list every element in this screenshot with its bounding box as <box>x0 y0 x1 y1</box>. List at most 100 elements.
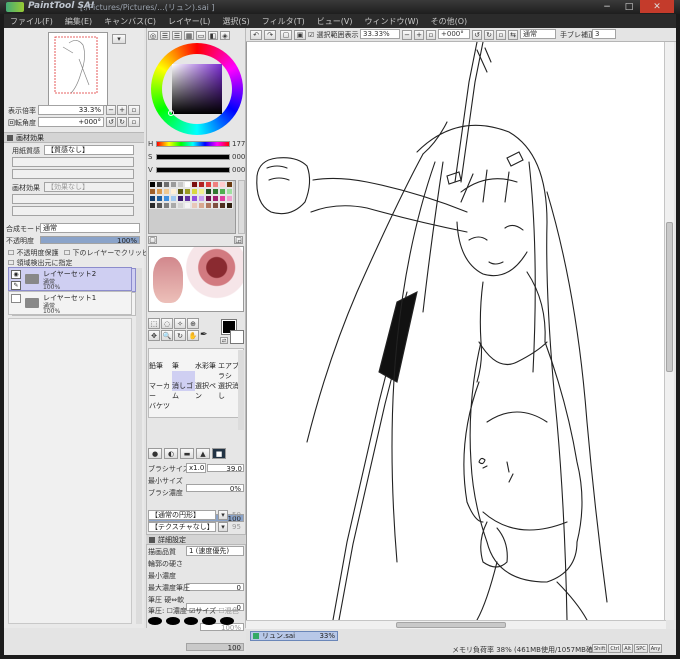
color-swatch[interactable] <box>205 195 212 202</box>
rotate-left-button[interactable]: ↺ <box>106 117 116 127</box>
paper-effect-width[interactable] <box>12 194 134 204</box>
brush-size-mult[interactable]: x1.0 <box>186 463 206 473</box>
bucket-tool[interactable]: バケツ <box>149 391 172 411</box>
deselect-icon[interactable]: ▢ <box>280 30 292 40</box>
scratchpad-clear-icon[interactable]: ◲ <box>234 236 243 244</box>
watercolor-tool[interactable]: 水彩筆 <box>195 351 218 371</box>
color-picker-tool-icon[interactable]: ✒ <box>200 330 210 341</box>
color-swatch[interactable] <box>184 188 191 195</box>
color-swatch[interactable] <box>184 195 191 202</box>
color-swatch[interactable] <box>163 188 170 195</box>
color-swatch[interactable] <box>198 188 205 195</box>
swatch-palette[interactable] <box>148 180 236 234</box>
rotate-icon[interactable]: ↻ <box>174 330 186 341</box>
menu-other[interactable]: その他(O) <box>425 14 474 28</box>
canvas-vertical-scrollbar[interactable] <box>664 42 674 620</box>
color-swatch[interactable] <box>219 195 226 202</box>
color-swatch[interactable] <box>170 181 177 188</box>
minimize-button[interactable]: − <box>596 0 618 13</box>
brush-texture-icon[interactable]: ▾ <box>218 522 228 532</box>
canvas-rotate-left-icon[interactable]: ↺ <box>472 30 482 40</box>
rectangle-select-icon[interactable]: ⬚ <box>148 318 160 329</box>
hue-slider[interactable] <box>156 141 230 147</box>
pressure-hard-slider[interactable]: 100 <box>186 643 244 652</box>
menu-edit[interactable]: 編集(E) <box>59 14 98 28</box>
scratchpad[interactable] <box>148 246 244 312</box>
color-swatch[interactable] <box>191 195 198 202</box>
color-swatch[interactable] <box>226 202 233 209</box>
color-swatch[interactable] <box>156 195 163 202</box>
close-button[interactable]: ✕ <box>640 0 674 13</box>
color-swatch[interactable] <box>163 202 170 209</box>
menu-window[interactable]: ウィンドウ(W) <box>358 14 424 28</box>
pressure-size-checkbox[interactable]: ☑サイズ <box>189 607 216 615</box>
invert-selection-icon[interactable]: ▣ <box>294 30 306 40</box>
document-tab[interactable]: リュン.sai 33% <box>250 631 338 641</box>
visibility-eye-icon[interactable] <box>11 294 21 303</box>
color-swatch[interactable] <box>212 188 219 195</box>
color-swatch[interactable] <box>191 181 198 188</box>
menu-select[interactable]: 選択(S) <box>216 14 255 28</box>
color-swatch[interactable] <box>226 188 233 195</box>
color-swatch[interactable] <box>149 188 156 195</box>
zoom-field[interactable]: 33.3% <box>38 105 104 115</box>
color-swatch[interactable] <box>212 195 219 202</box>
canvas-zoom-out-icon[interactable]: − <box>402 30 412 40</box>
color-swatch[interactable] <box>156 188 163 195</box>
color-swatch[interactable] <box>170 195 177 202</box>
canvas-mode-select[interactable]: 通常 <box>520 29 556 39</box>
color-swatch[interactable] <box>177 202 184 209</box>
color-swatch[interactable] <box>198 181 205 188</box>
left-panel-scroll[interactable] <box>136 268 142 624</box>
color-swatch[interactable] <box>156 202 163 209</box>
canvas-angle-field[interactable]: +000° <box>438 29 470 39</box>
color-swatch[interactable] <box>198 195 205 202</box>
brush-shape-icon[interactable]: ▾ <box>218 510 228 520</box>
color-swatch[interactable] <box>226 181 233 188</box>
paper-texture-strength[interactable] <box>12 169 134 179</box>
zoom-reset-button[interactable]: ▫ <box>128 105 140 115</box>
tip-square-icon[interactable]: ■ <box>212 448 226 459</box>
brush-tool[interactable]: 筆 <box>172 351 195 371</box>
color-swatch[interactable] <box>163 181 170 188</box>
brush-texture-select[interactable]: 【テクスチャなし】 <box>148 522 216 532</box>
scratchpad-left-icon[interactable]: ▢ <box>148 236 157 244</box>
protect-opacity-checkbox[interactable]: ☐ 不透明度保護 <box>8 248 59 258</box>
brush-size-preset[interactable] <box>148 617 162 625</box>
tip-flat-icon[interactable]: ▬ <box>180 448 194 459</box>
brush-shape-select[interactable]: 【通常の円形】 <box>148 510 216 520</box>
color-swatch[interactable] <box>149 181 156 188</box>
zoom-out-button[interactable]: − <box>106 105 116 115</box>
saturation-value-square[interactable] <box>172 64 222 114</box>
edge-hardness-slider[interactable]: 0 <box>186 583 244 592</box>
pencil-tool[interactable]: 鉛筆 <box>149 351 172 371</box>
maximize-button[interactable]: □ <box>618 0 640 13</box>
stabilizer-select[interactable]: 3 <box>592 29 616 39</box>
visibility-eye-icon[interactable]: ◉ <box>11 270 21 279</box>
saturation-slider[interactable] <box>156 154 230 160</box>
tip-triangle-icon[interactable]: ▲ <box>196 448 210 459</box>
canvas-flip-icon[interactable]: ⇆ <box>508 30 518 40</box>
move-selection-icon[interactable]: ⊕ <box>187 318 199 329</box>
zoom-in-button[interactable]: + <box>117 105 127 115</box>
color-swatch[interactable] <box>219 202 226 209</box>
canvas-zoom-reset-icon[interactable]: ▫ <box>426 30 436 40</box>
vertical-scroll-thumb[interactable] <box>666 222 673 372</box>
color-swatch[interactable] <box>170 202 177 209</box>
paper-effect-strength[interactable] <box>12 206 134 216</box>
pressure-density-checkbox[interactable]: ☐濃度 <box>167 607 187 615</box>
undo-icon[interactable]: ↶ <box>250 30 262 40</box>
menu-layer[interactable]: レイヤー(L) <box>162 14 216 28</box>
color-swatch[interactable] <box>149 202 156 209</box>
tool-scrollbar[interactable] <box>238 350 244 430</box>
brush-size-preset[interactable] <box>184 617 198 625</box>
detail-section-header[interactable]: 詳細設定 <box>146 534 246 545</box>
rgb-slider-toggle-icon[interactable]: ☰ <box>160 31 170 40</box>
color-swatch[interactable] <box>219 181 226 188</box>
menu-file[interactable]: ファイル(F) <box>4 14 59 28</box>
layer-row-set1[interactable]: レイヤーセット1 通常 100% <box>8 291 132 315</box>
menu-canvas[interactable]: キャンバス(C) <box>98 14 162 28</box>
navigator-preview[interactable] <box>48 32 108 106</box>
menu-filter[interactable]: フィルタ(T) <box>256 14 311 28</box>
brush-size-preset[interactable] <box>166 617 180 625</box>
